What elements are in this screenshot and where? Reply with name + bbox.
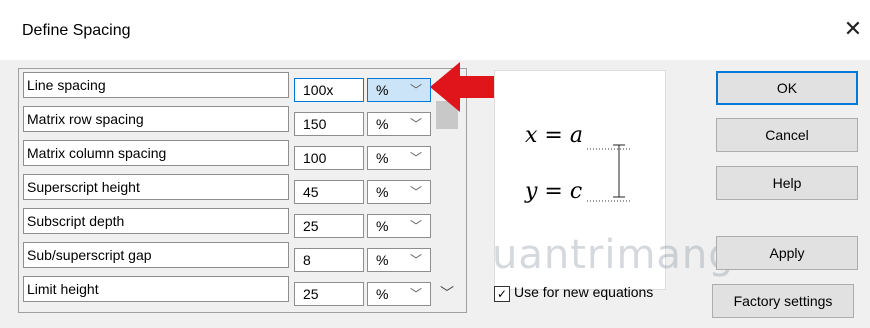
scroll-down-icon[interactable]: ﹀ [440, 283, 454, 303]
unit-select[interactable]: % ﹀ [367, 248, 431, 272]
value-input[interactable]: 8 [294, 248, 364, 272]
checkbox-label: Use for new equations [514, 284, 654, 300]
unit-select[interactable]: % ﹀ [367, 214, 431, 238]
spacing-list: Line spacing 100x % ﹀ Matrix row spacing… [18, 68, 467, 313]
unit-value: % [376, 252, 389, 268]
define-spacing-dialog: Define Spacing ✕ Line spacing 100x % ﹀ M… [0, 0, 870, 328]
spacing-row-matrix-column[interactable]: Matrix column spacing 100 % ﹀ [23, 139, 463, 171]
row-label: Matrix row spacing [23, 106, 289, 132]
row-label: Sub/superscript gap [23, 242, 289, 268]
row-label: Line spacing [23, 72, 289, 98]
value-input[interactable]: 45 [294, 180, 364, 204]
cancel-button[interactable]: Cancel [716, 118, 858, 152]
preview-equation-2: y = c [525, 179, 583, 204]
value-input[interactable]: 100x [294, 78, 364, 102]
unit-value: % [376, 82, 389, 98]
row-label: Limit height [23, 276, 289, 302]
title-bar: Define Spacing ✕ [0, 0, 870, 60]
unit-select[interactable]: % ﹀ [367, 282, 431, 306]
checkmark-icon[interactable]: ✓ [494, 286, 510, 302]
spacing-row-superscript-height[interactable]: Superscript height 45 % ﹀ [23, 173, 463, 205]
unit-value: % [376, 218, 389, 234]
value-input[interactable]: 25 [294, 282, 364, 306]
chevron-down-icon: ﹀ [409, 185, 422, 199]
spacing-row-subsuper-gap[interactable]: Sub/superscript gap 8 % ﹀ [23, 241, 463, 273]
chevron-down-icon: ﹀ [409, 151, 422, 165]
chevron-down-icon: ﹀ [409, 83, 422, 97]
row-label: Superscript height [23, 174, 289, 200]
spacing-row-subscript-depth[interactable]: Subscript depth 25 % ﹀ [23, 207, 463, 239]
spacing-row-matrix-row[interactable]: Matrix row spacing 150 % ﹀ [23, 105, 463, 137]
ok-button[interactable]: OK [716, 71, 858, 105]
spacing-indicator-icon [587, 144, 631, 202]
unit-value: % [376, 184, 389, 200]
chevron-down-icon: ﹀ [409, 253, 422, 267]
unit-select[interactable]: % ﹀ [367, 180, 431, 204]
spacing-row-limit-height[interactable]: Limit height 25 % ﹀ [23, 275, 463, 307]
chevron-down-icon: ﹀ [409, 117, 422, 131]
chevron-down-icon: ﹀ [409, 219, 422, 233]
unit-value: % [376, 116, 389, 132]
value-input[interactable]: 25 [294, 214, 364, 238]
dialog-title: Define Spacing [22, 22, 131, 39]
factory-settings-button[interactable]: Factory settings [712, 284, 854, 318]
spacing-row-line-spacing[interactable]: Line spacing 100x % ﹀ [23, 71, 463, 103]
preview-equation-1: x = a [525, 123, 583, 148]
row-label: Subscript depth [23, 208, 289, 234]
close-icon[interactable]: ✕ [838, 14, 868, 44]
apply-button[interactable]: Apply [716, 236, 858, 270]
help-button[interactable]: Help [716, 166, 858, 200]
unit-select[interactable]: % ﹀ [367, 78, 431, 102]
value-input[interactable]: 150 [294, 112, 364, 136]
row-label: Matrix column spacing [23, 140, 289, 166]
unit-value: % [376, 150, 389, 166]
unit-value: % [376, 286, 389, 302]
value-input[interactable]: 100 [294, 146, 364, 170]
chevron-down-icon: ﹀ [409, 287, 422, 301]
unit-select[interactable]: % ﹀ [367, 146, 431, 170]
watermark-text: uantrimang [492, 232, 735, 278]
unit-select[interactable]: % ﹀ [367, 112, 431, 136]
